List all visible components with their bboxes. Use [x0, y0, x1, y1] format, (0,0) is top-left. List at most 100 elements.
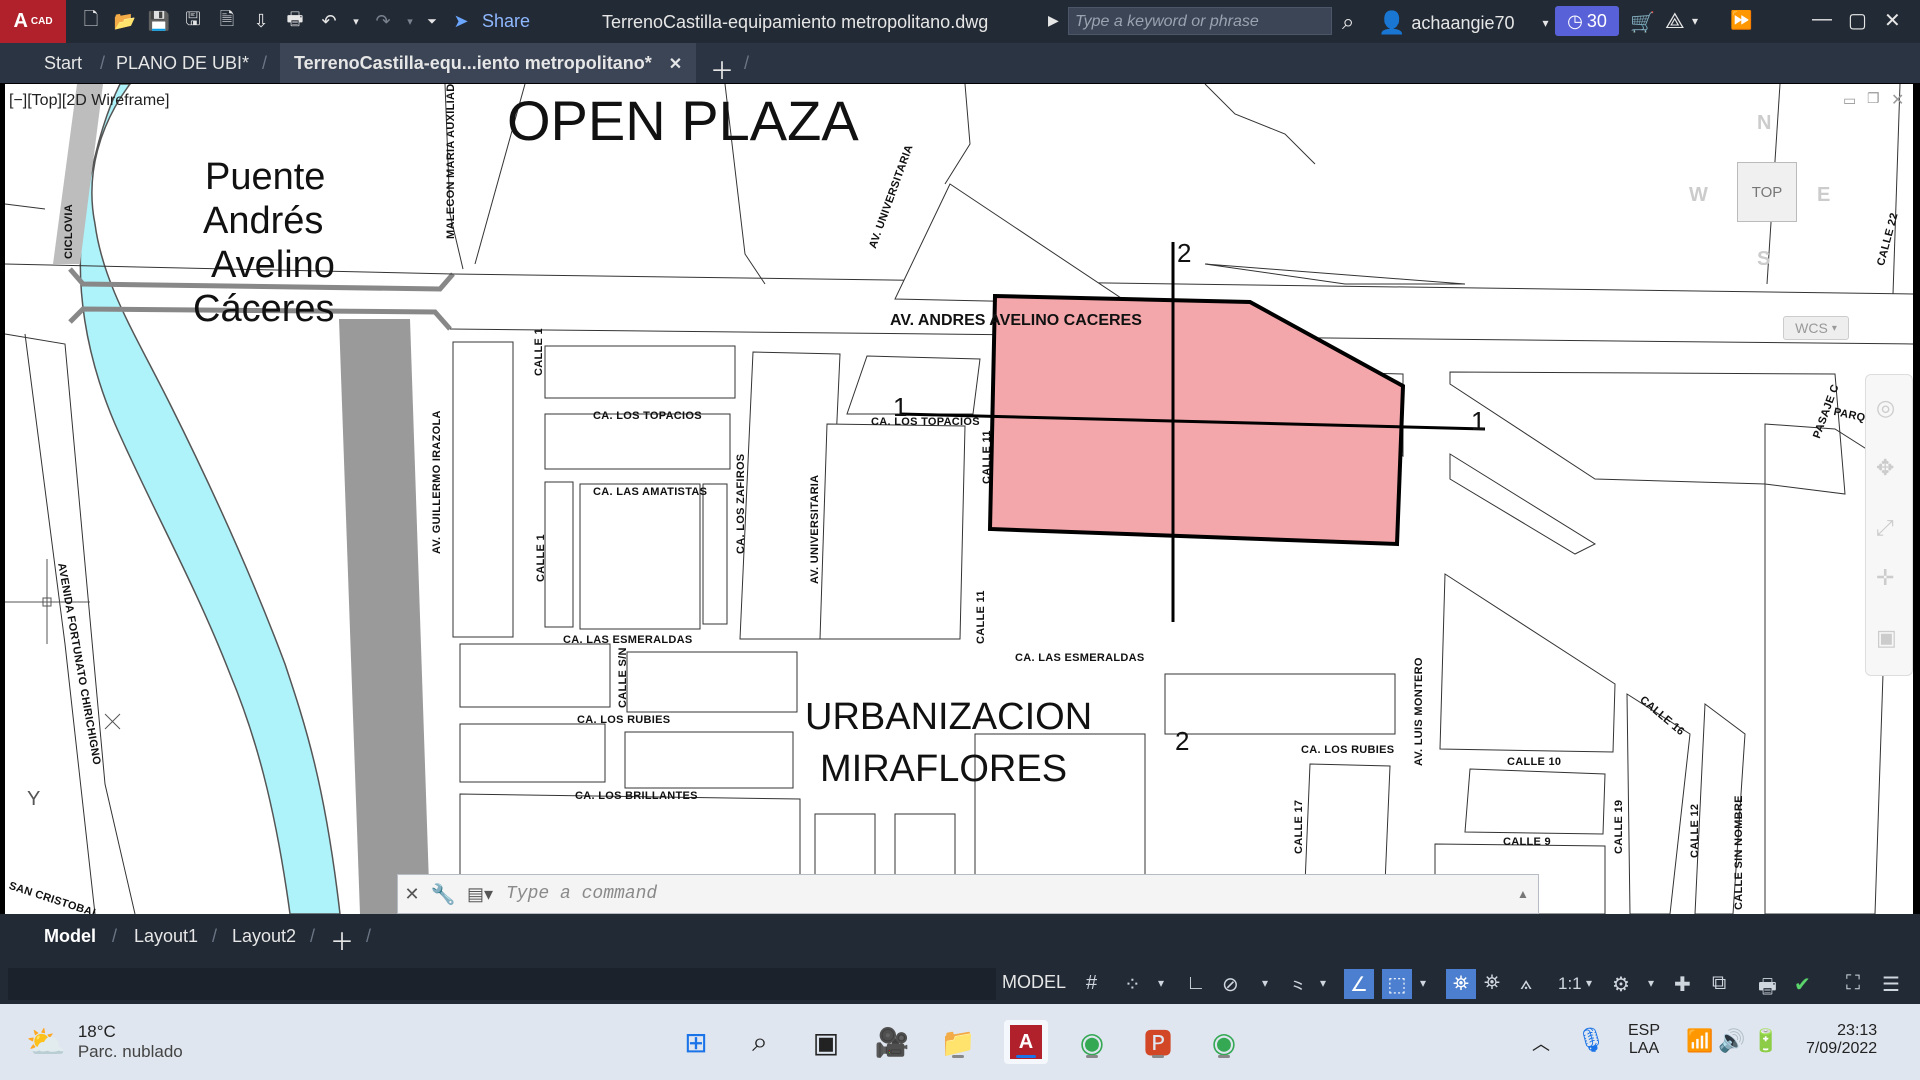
help-dropdown-icon[interactable]: ▾	[1692, 14, 1698, 28]
chrome-icon[interactable]: ◉	[1070, 1020, 1114, 1064]
isodraft-icon[interactable]: ⺀	[1288, 972, 1308, 1001]
tab-layout2[interactable]: Layout2	[232, 926, 296, 947]
isolate-objects-icon[interactable]: ⧉	[1712, 972, 1726, 995]
viewport-minimize-icon[interactable]: ▭	[1843, 92, 1856, 109]
autocad-taskbar-icon[interactable]: A	[1004, 1020, 1048, 1064]
search-expand-icon[interactable]: ▶	[1048, 12, 1059, 29]
compass-east[interactable]: E	[1817, 184, 1830, 207]
customize-wrench-icon[interactable]: 🔧	[426, 882, 460, 907]
microphone-icon[interactable]: 🎙	[1576, 1026, 1606, 1055]
show-hidden-icons-chevron[interactable]: ︿	[1532, 1030, 1550, 1056]
search-icon[interactable]: ⌕	[1342, 9, 1354, 35]
trial-timer-badge[interactable]: ◷ 30	[1555, 6, 1619, 36]
object-snap-icon[interactable]: ⬚	[1382, 969, 1412, 999]
redo-icon[interactable]: ↷	[370, 9, 396, 35]
polar-dropdown-icon[interactable]: ▾	[1262, 976, 1268, 990]
zoom-extents-icon[interactable]: ⤢	[1876, 515, 1894, 541]
input-language[interactable]: ESP LAA	[1628, 1022, 1660, 1058]
chrome-profile-icon[interactable]: ◉	[1202, 1020, 1246, 1064]
terreno-parcel[interactable]	[987, 293, 1406, 547]
search-icon[interactable]: ⌕	[738, 1020, 782, 1064]
save-web-icon[interactable]: 🗎	[214, 9, 240, 35]
user-dropdown-icon[interactable]: ▾	[1543, 16, 1549, 30]
import-icon[interactable]: ⇩	[248, 9, 274, 35]
cart-icon[interactable]: 🛒	[1630, 10, 1655, 35]
steering-wheel-icon[interactable]: ◎	[1876, 395, 1895, 421]
teams-chat-icon[interactable]: 🎥	[870, 1020, 914, 1064]
user-account[interactable]: 👤 achaangie70 ▾	[1378, 10, 1549, 36]
fullscreen-icon[interactable]: ⛶	[1846, 972, 1860, 995]
autocad-logo-button[interactable]: A CAD	[0, 0, 66, 43]
weather-widget[interactable]: ⛅ 18°C Parc. nublado	[26, 1022, 183, 1062]
customize-toolbar-icon[interactable]: ⏷	[424, 9, 440, 35]
battery-icon[interactable]: 🔋	[1752, 1028, 1779, 1054]
compass-west[interactable]: W	[1689, 184, 1708, 207]
navigation-bar[interactable]: ◎ ✥ ⤢ ✛ ▣	[1865, 374, 1913, 676]
close-icon[interactable]: ✕	[1884, 8, 1901, 33]
tab-terreno-castilla[interactable]: TerrenoCastilla-equ...iento metropolitan…	[280, 43, 697, 85]
undo-dropdown-icon[interactable]: ▾	[350, 9, 362, 35]
osnap-dropdown-icon[interactable]: ▾	[1420, 976, 1426, 990]
polar-icon[interactable]: ⊘	[1222, 972, 1239, 997]
save-icon[interactable]: 💾	[146, 9, 172, 35]
viewport-restore-icon[interactable]: ❐	[1867, 90, 1880, 107]
wifi-icon[interactable]: 📶	[1686, 1028, 1713, 1054]
snap-icon[interactable]: ⁘	[1124, 972, 1141, 997]
redo-dropdown-icon[interactable]: ▾	[404, 9, 416, 35]
wcs-menu[interactable]: WCS ▾	[1783, 316, 1849, 340]
tab-layout1[interactable]: Layout1	[134, 926, 198, 947]
grid-icon[interactable]: #	[1086, 972, 1097, 995]
compass-north[interactable]: N	[1757, 112, 1771, 135]
object-snap-tracking-icon[interactable]: ∠	[1344, 969, 1374, 999]
clock[interactable]: 23:13 7/09/2022	[1806, 1022, 1877, 1058]
model-space-button[interactable]: MODEL	[1002, 972, 1066, 993]
snap-dropdown-icon[interactable]: ▾	[1158, 976, 1164, 990]
windows-start-icon[interactable]: ⊞	[674, 1020, 718, 1064]
recent-commands-icon[interactable]: ▤▾	[460, 884, 500, 905]
tab-model[interactable]: Model	[44, 926, 96, 947]
clean-screen-check-icon[interactable]: ✔	[1794, 972, 1811, 997]
showmotion-icon[interactable]: ▣	[1876, 625, 1897, 651]
volume-icon[interactable]: 🔊	[1718, 1028, 1745, 1054]
annotation-visibility-icon[interactable]: ⛯	[1446, 969, 1476, 999]
tab-start[interactable]: Start	[44, 43, 82, 83]
autodesk-a-icon[interactable]: ⟁	[1665, 8, 1685, 34]
powerpoint-icon[interactable]: 🅿	[1136, 1020, 1180, 1064]
viewport-controls-label[interactable]: [−][Top][2D Wireframe]	[9, 92, 170, 110]
command-input[interactable]: Type a command	[500, 884, 1508, 904]
drawing-viewport[interactable]: [−][Top][2D Wireframe] OPEN PLAZA Puente…	[5, 84, 1913, 914]
compass-south[interactable]: S	[1757, 248, 1770, 271]
minimize-icon[interactable]: —	[1812, 8, 1832, 31]
workspace-gear-icon[interactable]: ⚙	[1612, 972, 1630, 997]
customization-menu-icon[interactable]: ☰	[1882, 972, 1900, 997]
annotation-scale-value[interactable]: 1:1	[1558, 974, 1582, 994]
tab-close-icon[interactable]: ✕	[669, 45, 682, 85]
annotation-scale-icon[interactable]: ⟑	[1520, 972, 1532, 995]
ortho-icon[interactable]: ∟	[1186, 972, 1206, 995]
share-icon[interactable]: ➤	[448, 9, 474, 35]
cube-top-face[interactable]: TOP	[1737, 162, 1797, 222]
command-history-icon[interactable]: ▲	[1508, 887, 1538, 901]
pan-icon[interactable]: ✥	[1876, 455, 1894, 481]
save-as-icon[interactable]: 🖫	[180, 9, 206, 35]
orbit-icon[interactable]: ✛	[1876, 565, 1894, 591]
scale-dropdown-icon[interactable]: ▾	[1586, 976, 1592, 990]
command-close-icon[interactable]: ✕	[398, 884, 426, 905]
iso-dropdown-icon[interactable]: ▾	[1320, 976, 1326, 990]
auto-scale-icon[interactable]: ⛯	[1484, 972, 1500, 995]
new-tab-icon[interactable]: ＋	[710, 51, 734, 86]
hardware-acceleration-icon[interactable]: 🖶	[1758, 972, 1777, 1006]
workspace-dropdown-icon[interactable]: ▾	[1648, 976, 1654, 990]
maximize-icon[interactable]: ▢	[1848, 8, 1867, 33]
print-icon[interactable]: 🖶	[282, 9, 308, 35]
new-file-icon[interactable]: 🗋	[78, 9, 104, 35]
search-input[interactable]: Type a keyword or phrase	[1068, 7, 1332, 35]
undo-icon[interactable]: ↶	[316, 9, 342, 35]
task-view-icon[interactable]: ▣	[804, 1020, 848, 1064]
plus-icon[interactable]: ✚	[1674, 972, 1691, 997]
file-explorer-icon[interactable]: 📁	[936, 1020, 980, 1064]
more-icon[interactable]: ⏩	[1730, 10, 1752, 31]
share-button[interactable]: Share	[482, 11, 530, 32]
tab-plano-de-ubi[interactable]: PLANO DE UBI*	[116, 43, 249, 83]
viewport-close-icon[interactable]: ✕	[1891, 90, 1904, 110]
